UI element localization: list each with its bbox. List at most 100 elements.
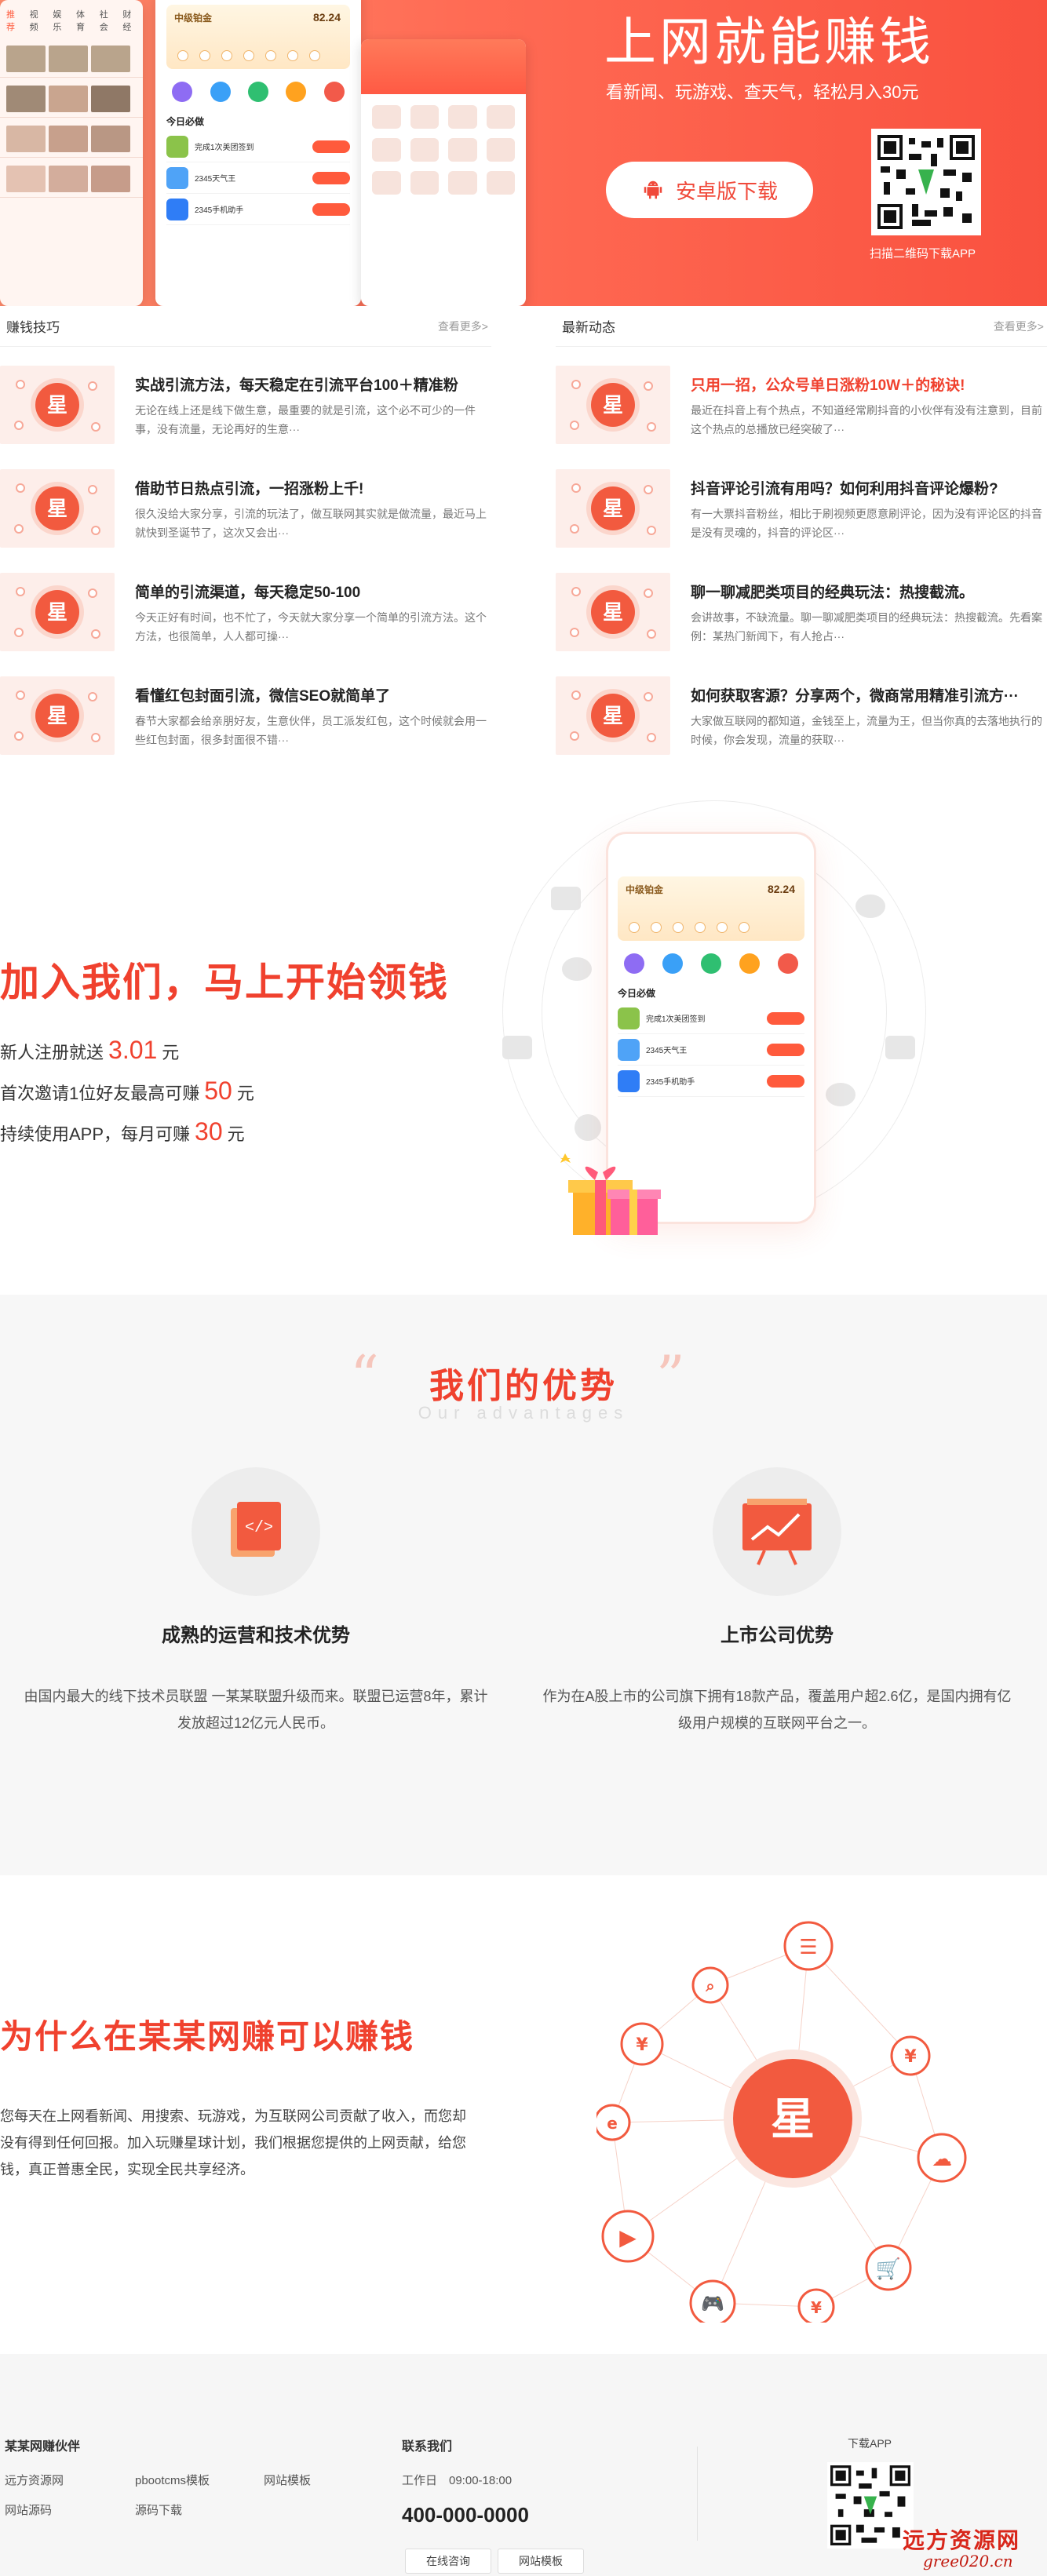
advantage-desc: 由国内最大的线下技术员联盟 一某某联盟升级而来。联盟已运营8年，累计发放超过12… [24, 1689, 488, 1731]
join-benefit-line: 首次邀请1位好友最高可赚 50 元 [0, 1077, 254, 1105]
phone-mockup-tasks: 中级铂金 82.24 今日必做 完成1次美团签到 2345天气王 2345手机助… [155, 0, 361, 306]
star-logo-icon [35, 694, 79, 738]
advantage-title: 成熟的运营和技术优势 [162, 1625, 350, 1646]
footer-link[interactable]: 网站模板 [264, 2472, 311, 2488]
article-thumbnail [556, 469, 670, 548]
hero-title: 上网就能赚钱 [604, 13, 934, 71]
article-item[interactable]: 实战引流方法，每天稳定在引流平台100＋精准粉无论在线上还是线下做生意，最重要的… [0, 366, 491, 444]
article-item[interactable]: 只用一招，公众号单日涨粉10W＋的秘诀! 最近在抖音上有个热点，不知道经常刷抖音的… [556, 366, 1047, 444]
why-desc: 您每天在上网看新闻、用搜索、玩游戏，为互联网公司贡献了收入，而您却没有得到任何回… [0, 2108, 466, 2177]
advantage-icon-circle: </> [192, 1467, 320, 1596]
camera-icon [885, 1036, 915, 1059]
qr-code-icon [877, 135, 975, 229]
article-desc: 有一大票抖音粉丝，相比于刷视频更愿意刷评论，因为没有评论区的抖音是没有灵魂的，抖… [691, 508, 1042, 539]
online-consult-button[interactable]: 在线咨询 [405, 2549, 491, 2574]
download-qr-code [871, 129, 981, 235]
site-footer: 某某网赚伙伴 远方资源网 pbootcms模板 网站模板 网站源码 源码下载 联… [0, 2354, 1047, 2576]
svg-text:▶: ▶ [619, 2224, 637, 2250]
advantage-icon-circle [713, 1467, 841, 1596]
svg-text:☰: ☰ [799, 1936, 817, 1959]
site-watermark: 远方资源网 [903, 2527, 1021, 2553]
star-logo-icon [591, 486, 635, 530]
article-thumbnail [556, 676, 670, 755]
article-section: 赚钱技巧 查看更多> 实战引流方法，每天稳定在引流平台100＋精准粉无论在线上还… [0, 306, 1047, 777]
article-item[interactable]: 看懂红包封面引流，微信SEO就简单了春节大家都会给亲朋好友，生意伙伴，员工派发红… [0, 676, 491, 755]
article-item[interactable]: 简单的引流渠道，每天稳定50-100 今天正好有时间，也不忙了，今天就大家分享一个… [0, 573, 491, 651]
svg-text:☁: ☁ [932, 2148, 952, 2171]
advantages-title: 我们的优势 [429, 1367, 618, 1405]
svg-text:⌕: ⌕ [705, 1977, 714, 1995]
join-section: 加入我们，马上开始领钱 新人注册就送 3.01 元 首次邀请1位好友最高可赚 50 元 … [0, 777, 1047, 1295]
news-header: 最新动态 查看更多> [556, 306, 1047, 347]
article-title[interactable]: 只用一招，公众号单日涨粉10W＋的秘诀! [691, 373, 1047, 395]
article-title[interactable]: 看懂红包封面引流，微信SEO就简单了 [135, 684, 491, 705]
svg-text:🛒: 🛒 [876, 2257, 901, 2281]
article-title[interactable]: 如何获取客源？分享两个，微商常用精准引流方··· [691, 684, 1047, 705]
site-watermark-url: gree020.cn [923, 2552, 1013, 2571]
article-title[interactable]: 抖音评论引流有用吗？如何利用抖音评论爆粉? [691, 477, 1047, 498]
article-thumbnail [0, 573, 115, 651]
article-item[interactable]: 抖音评论引流有用吗？如何利用抖音评论爆粉? 有一大票抖音粉丝，相比于刷视频更愿意刷… [556, 469, 1047, 548]
footer-link[interactable]: 源码下载 [135, 2501, 182, 2518]
article-item[interactable]: 聊一聊减肥类项目的经典玩法：热搜截流。会讲故事，不缺流量。聊一聊减肥类项目的经典… [556, 573, 1047, 651]
svg-text:🎮: 🎮 [701, 2293, 724, 2315]
phone-mockup-news: 推荐 视频 娱乐 体育 社会 财经 [0, 0, 143, 306]
tips-more-link[interactable]: 查看更多> [438, 319, 488, 334]
advantage-item: 上市公司优势 作为在A股上市的公司旗下拥有18款产品，覆盖用户超2.6亿，是国内… [542, 1467, 1012, 1736]
article-thumbnail [0, 676, 115, 755]
phone-mockup-profile [361, 39, 526, 306]
advantages-section: “ ” 我们的优势 Our advantages </> 成熟的运营和技术优势 … [0, 1295, 1047, 1875]
star-logo-icon [591, 694, 635, 738]
article-thumbnail [0, 469, 115, 548]
footer-link[interactable]: 远方资源网 [5, 2472, 64, 2488]
hero-subtitle: 看新闻、玩游戏、查天气，轻松月入30元 [606, 82, 919, 102]
svg-text:¥: ¥ [811, 2298, 822, 2317]
qr-code-icon [830, 2465, 910, 2545]
star-logo-icon [591, 590, 635, 634]
phone-news-item [0, 38, 143, 78]
site-template-button[interactable]: 网站模板 [498, 2549, 584, 2574]
news-more-link[interactable]: 查看更多> [994, 319, 1044, 334]
article-title[interactable]: 实战引流方法，每天稳定在引流平台100＋精准粉 [135, 373, 491, 395]
news-column: 最新动态 查看更多> 只用一招，公众号单日涨粉10W＋的秘诀! 最近在抖音上有个热… [556, 306, 1047, 755]
advantage-item: </> 成熟的运营和技术优势 由国内最大的线下技术员联盟 一某某联盟升级而来。联… [20, 1467, 491, 1736]
gamepad-icon [502, 1036, 532, 1059]
article-desc: 最近在抖音上有个热点，不知道经常刷抖音的小伙伴有没有注意到，目前这个热点的总播放… [691, 404, 1042, 435]
join-benefit-line: 新人注册就送 3.01 元 [0, 1036, 180, 1064]
phone-level-card: 中级铂金 82.24 [618, 876, 804, 941]
footer-link[interactable]: pbootcms模板 [135, 2472, 210, 2488]
article-item[interactable]: 借助节日热点引流，一招涨粉上千! 很久没给大家分享，引流的玩法了，做互联网其实就是… [0, 469, 491, 548]
money-bag-icon [855, 894, 885, 918]
footer-link[interactable]: 网站源码 [5, 2501, 52, 2518]
article-desc: 春节大家都会给亲朋好友，生意伙伴，员工派发红包，这个时候就会用一些红包封面，很多… [135, 715, 487, 746]
hero-phone-mockups: 推荐 视频 娱乐 体育 社会 财经 中级铂金 82.24 今日必做 完成1次美团… [0, 0, 549, 306]
star-logo-icon [35, 486, 79, 530]
earning-network-graph: 星 ⌕ ☰ ¥ ☁ 🛒 ¥ 🎮 ▶ e ¥ [596, 1921, 967, 2323]
cloud-icon [826, 1083, 855, 1106]
footer-qr-code [827, 2462, 914, 2549]
svg-text:¥: ¥ [904, 2047, 917, 2067]
phone-app-icons [157, 69, 359, 107]
phone-task-list: 今日必做 完成1次美团签到 2345天气王 2345手机助手 [608, 978, 814, 1102]
phone-app-icons [608, 941, 814, 978]
article-thumbnail [556, 573, 670, 651]
code-icon: </> [231, 1502, 281, 1557]
article-title[interactable]: 简单的引流渠道，每天稳定50-100 [135, 581, 491, 602]
svg-text:¥: ¥ [636, 2035, 648, 2055]
advantage-title: 上市公司优势 [720, 1625, 834, 1646]
phone-news-item [0, 118, 143, 158]
article-desc: 大家做互联网的都知道，金钱至上，流量为王，但当你真的去落地执行的时候，你会发现，… [691, 715, 1042, 746]
download-app-label: 下载APP [848, 2437, 892, 2450]
article-desc: 无论在线上还是线下做生意，最重要的就是引流，这个必不可少的一件事，没有流量，无论… [135, 404, 476, 435]
article-title[interactable]: 聊一聊减肥类项目的经典玩法：热搜截流。 [691, 581, 1047, 602]
star-logo-icon [35, 383, 79, 427]
article-title[interactable]: 借助节日热点引流，一招涨粉上千! [135, 477, 491, 498]
partners-heading: 某某网赚伙伴 [5, 2440, 81, 2454]
phone-task-list: 今日必做 完成1次美团签到 2345天气王 2345手机助手 [157, 107, 359, 230]
star-logo-icon [35, 590, 79, 634]
android-download-label: 安卓版下载 [675, 179, 778, 203]
phone-news-item [0, 78, 143, 118]
article-item[interactable]: 如何获取客源？分享两个，微商常用精准引流方··· 大家做互联网的都知道，金钱至上，… [556, 676, 1047, 755]
join-title: 加入我们，马上开始领钱 [0, 960, 449, 1004]
android-download-button[interactable]: 安卓版下载 [606, 162, 813, 218]
